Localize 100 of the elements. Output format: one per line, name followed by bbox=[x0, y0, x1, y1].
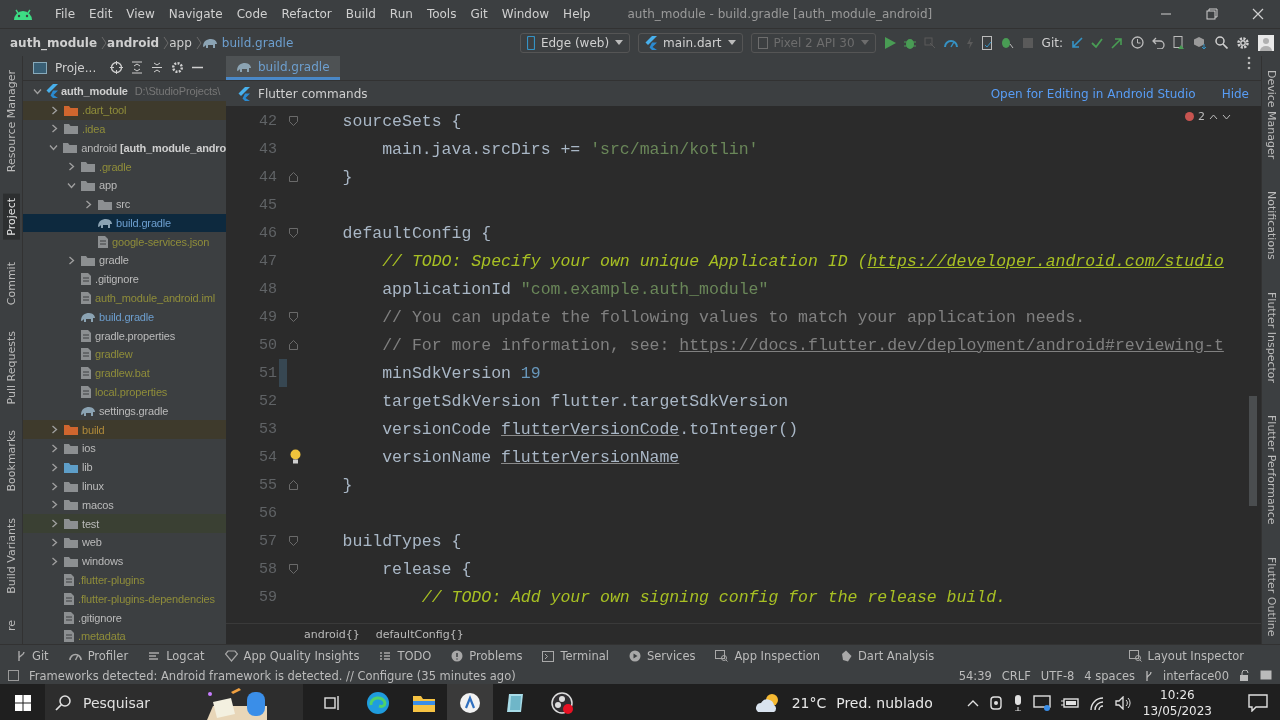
tool-window-tab[interactable]: Flutter Performance bbox=[1263, 411, 1279, 529]
tool-window-button[interactable]: App Quality Insights bbox=[224, 649, 360, 663]
chevron-right-icon[interactable] bbox=[66, 162, 76, 171]
fold-end-icon[interactable] bbox=[289, 340, 298, 350]
chevron-down-icon[interactable] bbox=[32, 86, 42, 96]
tree-item[interactable]: gradlew bbox=[23, 345, 226, 364]
device-dropdown[interactable]: Edge (web) bbox=[519, 32, 631, 53]
display-icon[interactable] bbox=[1032, 695, 1051, 711]
tree-item[interactable]: windows bbox=[23, 551, 226, 571]
breadcrumb[interactable]: defaultConfig{} bbox=[375, 627, 464, 641]
battery-icon[interactable] bbox=[1060, 697, 1079, 709]
tool-window-button[interactable]: Git bbox=[16, 649, 49, 663]
tree-item[interactable]: gradle.properties bbox=[23, 326, 226, 346]
bug-icon[interactable] bbox=[903, 36, 916, 49]
close-icon[interactable] bbox=[1252, 8, 1264, 20]
tree-item[interactable]: .flutter-plugins-dependencies bbox=[23, 589, 226, 609]
menu-item[interactable]: View bbox=[119, 7, 162, 21]
tool-window-tab[interactable]: Pull Requests bbox=[2, 327, 20, 409]
change-marker[interactable] bbox=[279, 359, 287, 387]
panel-icon[interactable] bbox=[8, 670, 19, 681]
tree-item[interactable]: build bbox=[23, 420, 226, 440]
chevron-right-icon[interactable] bbox=[49, 443, 59, 453]
warning-count[interactable]: 2 bbox=[1198, 110, 1205, 123]
search-field[interactable]: Pesquisar bbox=[81, 694, 195, 712]
settings-icon[interactable] bbox=[1236, 35, 1250, 50]
chevron-right-icon[interactable] bbox=[66, 256, 76, 265]
chevron-down-icon[interactable] bbox=[1222, 113, 1231, 120]
expand-all-icon[interactable] bbox=[131, 61, 144, 75]
speaker-icon[interactable] bbox=[1114, 696, 1133, 710]
tree-item[interactable]: .gradle bbox=[23, 157, 226, 176]
tool-window-tab[interactable]: Flutter Outline bbox=[1263, 552, 1279, 641]
chevron-right-icon[interactable] bbox=[49, 462, 59, 472]
arrow-down-left-icon[interactable] bbox=[1071, 36, 1083, 49]
tool-window-button[interactable]: Terminal bbox=[542, 649, 609, 663]
tree-item[interactable]: auth_module_android.iml bbox=[23, 288, 226, 308]
tree-item[interactable]: .flutter-plugins bbox=[23, 570, 226, 590]
chevron-right-icon[interactable] bbox=[49, 481, 59, 491]
tree-item[interactable]: build.gradle bbox=[23, 307, 226, 327]
cube-icon[interactable] bbox=[1193, 36, 1207, 49]
checkmark-icon[interactable] bbox=[1091, 36, 1103, 49]
fold-icon[interactable] bbox=[289, 312, 298, 322]
editor-tab[interactable]: build.gradle bbox=[226, 56, 340, 80]
chevron-up-icon[interactable] bbox=[966, 699, 979, 707]
open-editing-link[interactable]: Open for Editing in Android Studio bbox=[990, 86, 1196, 101]
menu-item[interactable]: Help bbox=[556, 7, 598, 21]
chevron-right-icon[interactable] bbox=[49, 105, 59, 115]
fold-icon[interactable] bbox=[289, 228, 298, 238]
wifi-icon[interactable] bbox=[1088, 696, 1105, 710]
tool-window-tab[interactable]: Project bbox=[2, 194, 20, 240]
run-icon[interactable] bbox=[883, 36, 896, 49]
chevron-right-icon[interactable] bbox=[83, 199, 93, 209]
tool-window-tab[interactable]: Flutter Inspector bbox=[1263, 288, 1279, 388]
menu-item[interactable]: Tools bbox=[419, 7, 464, 21]
menu-item[interactable]: Window bbox=[494, 7, 557, 21]
fold-icon[interactable] bbox=[289, 116, 298, 126]
restore-icon[interactable] bbox=[1206, 8, 1218, 20]
tree-item[interactable]: gradle bbox=[23, 251, 226, 270]
clock-icon[interactable] bbox=[1131, 36, 1144, 49]
hide-link[interactable]: Hide bbox=[1221, 86, 1249, 101]
tree-item[interactable]: .metadata bbox=[23, 627, 226, 644]
fold-icon[interactable] bbox=[289, 564, 298, 574]
tree-item[interactable]: ios bbox=[23, 439, 226, 458]
menu-item[interactable]: Navigate bbox=[161, 7, 230, 21]
notification-icon[interactable] bbox=[1260, 670, 1272, 681]
tool-window-tab[interactable]: re bbox=[2, 615, 20, 635]
tree-item[interactable]: src bbox=[23, 194, 226, 214]
tree-item[interactable]: macos bbox=[23, 495, 226, 515]
fold-icon[interactable] bbox=[289, 536, 298, 546]
menu-item[interactable]: Code bbox=[229, 7, 275, 21]
minimize-icon[interactable] bbox=[192, 66, 204, 70]
tree-item[interactable]: android [auth_module_andro bbox=[23, 138, 226, 158]
indent-setting[interactable]: 4 spaces bbox=[1084, 668, 1136, 683]
file-encoding[interactable]: UTF-8 bbox=[1040, 668, 1075, 683]
search-bar[interactable]: Pesquisar bbox=[45, 684, 303, 720]
tool-window-button[interactable]: Layout Inspector bbox=[1128, 649, 1244, 663]
camera-icon[interactable] bbox=[988, 695, 1003, 711]
tree-item[interactable]: .gitignore bbox=[23, 608, 226, 628]
tree-item[interactable]: local.properties bbox=[23, 382, 226, 402]
tree-item[interactable]: .idea bbox=[23, 119, 226, 139]
tool-window-button[interactable]: Profiler bbox=[68, 649, 129, 663]
gauge-icon[interactable] bbox=[943, 37, 958, 48]
collapse-all-icon[interactable] bbox=[151, 61, 164, 75]
tool-window-tab[interactable]: Bookmarks bbox=[2, 426, 20, 496]
tool-window-button[interactable]: Problems bbox=[451, 649, 523, 663]
tool-window-button[interactable]: Dart Analysis bbox=[840, 649, 935, 663]
arrow-up-right-icon[interactable] bbox=[1111, 36, 1123, 49]
tree-item[interactable]: .dart_tool bbox=[23, 100, 226, 120]
bug-arrow-icon[interactable] bbox=[999, 36, 1014, 49]
chevron-down-icon[interactable] bbox=[66, 180, 76, 190]
undo-icon[interactable] bbox=[1152, 36, 1165, 49]
tree-item[interactable]: settings.gradle bbox=[23, 401, 226, 421]
breadcrumb[interactable]: auth_module bbox=[10, 35, 102, 50]
line-ending[interactable]: CRLF bbox=[1001, 668, 1031, 683]
chevron-up-icon[interactable] bbox=[1209, 113, 1218, 120]
locate-icon[interactable] bbox=[110, 61, 124, 75]
fold-end-icon[interactable] bbox=[289, 480, 298, 490]
menu-item[interactable]: Run bbox=[382, 7, 420, 21]
notification-icon[interactable] bbox=[1248, 694, 1268, 712]
scrollbar[interactable] bbox=[1249, 396, 1257, 506]
caret-position[interactable]: 54:39 bbox=[958, 668, 992, 683]
